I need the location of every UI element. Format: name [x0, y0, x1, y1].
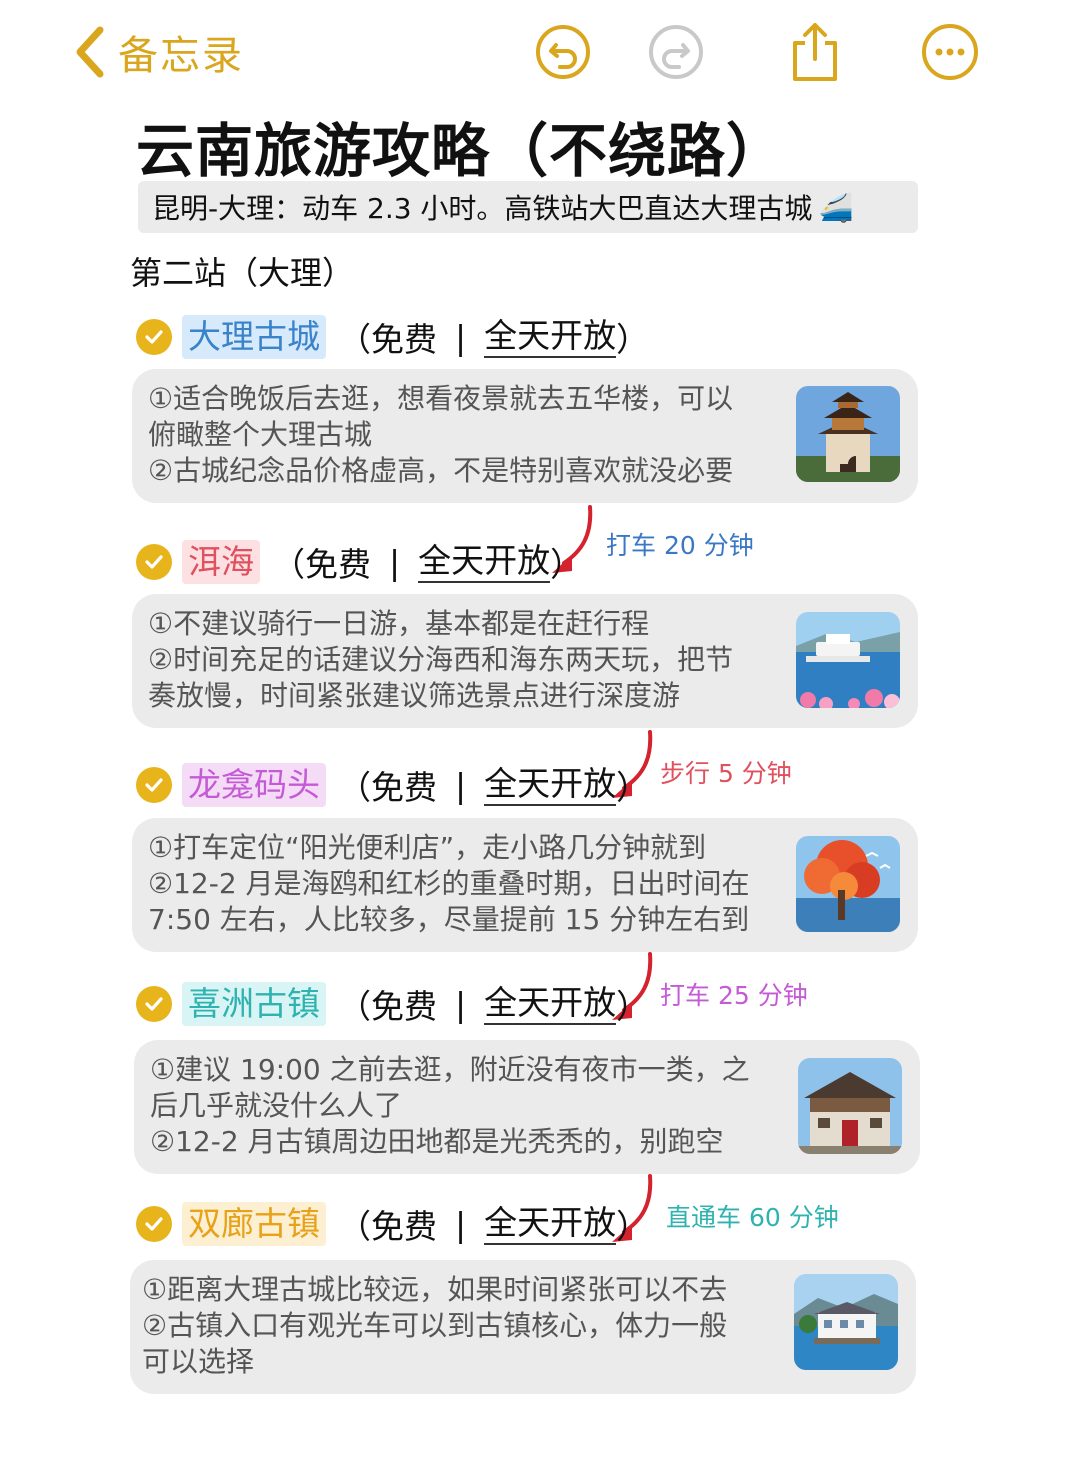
- route-summary-text: 昆明-大理：动车 2.3 小时。高铁站大巴直达大理古城: [152, 192, 813, 225]
- spot-photo[interactable]: [796, 386, 900, 482]
- tip-line: ①打车定位“阳光便利店”，走小路几分钟就到: [148, 831, 707, 864]
- tip-line: ①建议 19:00 之前去逛，附近没有夜市一类，之: [150, 1053, 750, 1086]
- transit-label: 打车 20 分钟: [606, 531, 754, 560]
- train-emoji-icon: 🚄: [818, 190, 854, 224]
- close-paren: ）: [616, 1207, 650, 1246]
- tips-text: ①打车定位“阳光便利店”，走小路几分钟就到 ②12-2 月是海鸥和红杉的重叠时期…: [148, 830, 778, 938]
- close-paren: ）: [616, 768, 650, 807]
- spot-tips-card: ①距离大理古城比较远，如果时间紧张可以不去 ②古镇入口有观光车可以到古镇核心，体…: [130, 1260, 916, 1394]
- separator: |: [455, 765, 467, 805]
- transit-label: 打车 25 分钟: [660, 981, 808, 1010]
- tip-line: 7:50 左右，人比较多，尽量提前 15 分钟左右到: [148, 903, 750, 936]
- tip-line: ②古城纪念品价格虚高，不是特别喜欢就没必要: [148, 454, 734, 487]
- tip-line: ②12-2 月是海鸥和红杉的重叠时期，日出时间在: [148, 867, 750, 900]
- tips-text: ①适合晚饭后去逛，想看夜景就去五华楼，可以 俯瞰整个大理古城 ②古城纪念品价格虚…: [148, 381, 778, 489]
- back-button[interactable]: 备忘录: [72, 24, 244, 80]
- checkmark-icon: [136, 319, 172, 355]
- spot-heading: 大理古城 （免费 | 全天开放 ）: [136, 310, 649, 364]
- spot-tips-card: ①适合晚饭后去逛，想看夜景就去五华楼，可以 俯瞰整个大理古城 ②古城纪念品价格虚…: [132, 369, 918, 503]
- tip-line: 可以选择: [142, 1345, 255, 1378]
- tip-line: ①距离大理古城比较远，如果时间紧张可以不去: [142, 1273, 728, 1306]
- close-paren: ）: [550, 545, 584, 584]
- hours-label: 全天开放: [484, 316, 617, 358]
- route-summary: 昆明-大理：动车 2.3 小时。高铁站大巴直达大理古城 🚄: [138, 181, 918, 233]
- fee-label: （免费: [338, 987, 437, 1026]
- spot-photo[interactable]: [796, 836, 900, 932]
- spot-tips-card: ①建议 19:00 之前去逛，附近没有夜市一类，之 后几乎就没什么人了 ②12-…: [134, 1040, 920, 1174]
- note-title: 云南旅游攻略（不绕路）: [136, 117, 786, 185]
- share-icon[interactable]: [785, 22, 845, 82]
- close-paren: ）: [616, 320, 650, 359]
- fee-label: （免费: [272, 545, 371, 584]
- checkmark-icon: [136, 767, 172, 803]
- fee-label: （免费: [338, 1207, 437, 1246]
- note-toolbar: 备忘录: [0, 0, 1080, 104]
- hours-label: 全天开放: [484, 764, 617, 806]
- spot-tips-card: ①不建议骑行一日游，基本都是在赶行程 ②时间充足的话建议分海西和海东两天玩，把节…: [132, 594, 918, 728]
- hours-label: 全天开放: [484, 983, 617, 1025]
- back-label: 备忘录: [118, 33, 244, 79]
- spot-name: 喜洲古镇: [182, 982, 326, 1026]
- separator: |: [455, 317, 467, 357]
- section-heading: 第二站（大理）: [130, 254, 355, 292]
- tips-text: ①距离大理古城比较远，如果时间紧张可以不去 ②古镇入口有观光车可以到古镇核心，体…: [142, 1272, 772, 1380]
- tip-line: ②12-2 月古镇周边田地都是光秃秃的，别跑空: [150, 1125, 724, 1158]
- separator: |: [455, 984, 467, 1024]
- spot-tips-card: ①打车定位“阳光便利店”，走小路几分钟就到 ②12-2 月是海鸥和红杉的重叠时期…: [132, 818, 918, 952]
- tip-line: ①适合晚饭后去逛，想看夜景就去五华楼，可以: [148, 382, 734, 415]
- redo-icon[interactable]: [646, 22, 706, 82]
- undo-icon[interactable]: [533, 22, 593, 82]
- separator: |: [455, 1204, 467, 1244]
- checkmark-icon: [136, 544, 172, 580]
- tip-line: 奏放慢，时间紧张建议筛选景点进行深度游: [148, 679, 681, 712]
- spot-name: 大理古城: [182, 315, 326, 359]
- spot-name: 龙龛码头: [182, 763, 326, 807]
- spot-name: 双廊古镇: [182, 1202, 326, 1246]
- spot-photo[interactable]: [798, 1058, 902, 1154]
- tip-line: ②古镇入口有观光车可以到古镇核心，体力一般: [142, 1309, 728, 1342]
- tip-line: ②时间充足的话建议分海西和海东两天玩，把节: [148, 643, 734, 676]
- fee-label: （免费: [338, 768, 437, 807]
- transit-label: 步行 5 分钟: [660, 759, 792, 788]
- more-icon[interactable]: [920, 22, 980, 82]
- tips-text: ①不建议骑行一日游，基本都是在赶行程 ②时间充足的话建议分海西和海东两天玩，把节…: [148, 606, 778, 714]
- spot-name: 洱海: [182, 540, 260, 584]
- transit-label: 直通车 60 分钟: [666, 1203, 839, 1232]
- hours-label: 全天开放: [418, 541, 551, 583]
- checkmark-icon: [136, 1206, 172, 1242]
- spot-heading: 双廊古镇 （免费 | 全天开放 ）: [136, 1197, 649, 1251]
- spot-heading: 喜洲古镇 （免费 | 全天开放 ）: [136, 977, 649, 1031]
- tip-line: 俯瞰整个大理古城: [148, 418, 373, 451]
- tip-line: 后几乎就没什么人了: [150, 1089, 403, 1122]
- spot-heading: 龙龛码头 （免费 | 全天开放 ）: [136, 758, 649, 812]
- spot-photo[interactable]: [794, 1274, 898, 1370]
- checkmark-icon: [136, 986, 172, 1022]
- fee-label: （免费: [338, 320, 437, 359]
- tips-text: ①建议 19:00 之前去逛，附近没有夜市一类，之 后几乎就没什么人了 ②12-…: [150, 1052, 780, 1160]
- close-paren: ）: [616, 987, 650, 1026]
- separator: |: [389, 542, 401, 582]
- tip-line: ①不建议骑行一日游，基本都是在赶行程: [148, 607, 650, 640]
- chevron-left-icon: [72, 26, 106, 78]
- hours-label: 全天开放: [484, 1203, 617, 1245]
- spot-heading: 洱海 （免费 | 全天开放 ）: [136, 535, 583, 589]
- spot-photo[interactable]: [796, 612, 900, 708]
